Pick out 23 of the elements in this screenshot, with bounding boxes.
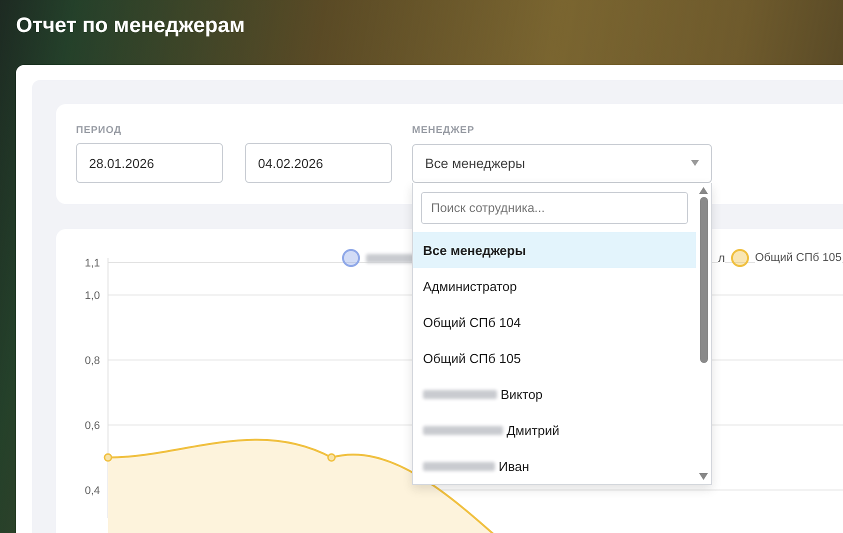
data-point[interactable] [327, 453, 336, 462]
y-tick-label: 1,1 [84, 258, 100, 270]
dropdown-option[interactable]: Все менеджеры [413, 232, 696, 268]
legend-dot[interactable] [731, 249, 750, 267]
search-field[interactable]: Поиск сотрудника... [421, 192, 688, 224]
scrollbar-thumb[interactable] [700, 197, 708, 363]
dropdown-option[interactable]: Иван [413, 448, 696, 484]
scroll-up-icon[interactable] [699, 187, 708, 194]
date-to-field[interactable]: 04.02.2026 [245, 143, 392, 183]
page-title: Отчет по менеджерам [16, 14, 245, 38]
y-tick-label: 0,6 [84, 420, 100, 432]
manager-label: МЕНЕДЖЕР [412, 125, 476, 138]
caret-icon [691, 160, 699, 166]
date-from-field[interactable]: 28.01.2026 [76, 143, 223, 183]
scroll-down-icon[interactable] [699, 473, 708, 480]
legend-label[interactable]: Общий СПб 105 [755, 252, 842, 264]
y-tick-label: 1,0 [84, 290, 100, 302]
manager-select[interactable]: Все менеджеры [412, 144, 712, 183]
legend-dot[interactable] [342, 249, 360, 267]
y-tick-label: 0,4 [84, 485, 100, 497]
data-point[interactable] [104, 453, 112, 462]
y-tick-label: 0,8 [84, 355, 100, 367]
period-label: ПЕРИОД [76, 125, 122, 137]
